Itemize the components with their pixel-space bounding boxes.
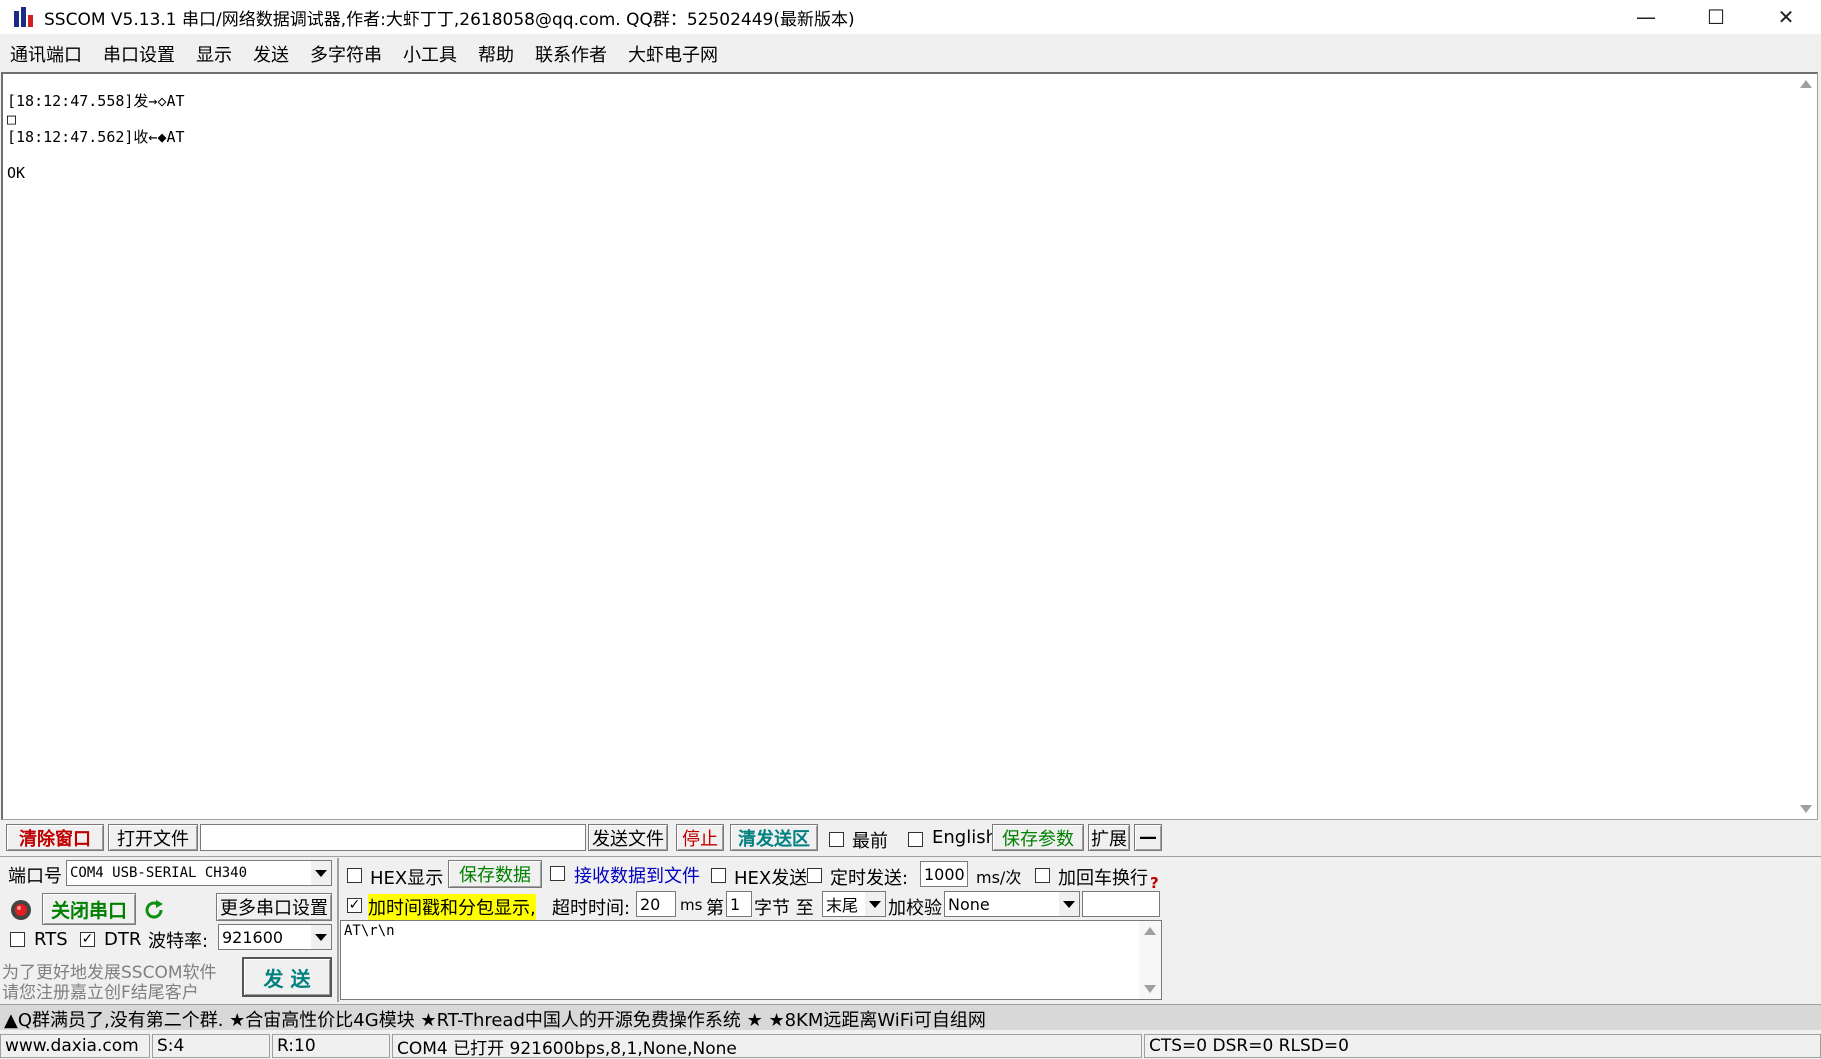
stop-button[interactable]: 停止: [676, 824, 724, 851]
topmost-label: 最前: [852, 831, 888, 852]
collapse-button[interactable]: —: [1134, 824, 1162, 851]
checksum-result-field: [1082, 891, 1160, 917]
status-port-state: COM4 已打开 921600bps,8,1,None,None: [392, 1034, 1142, 1059]
scroll-up-arrow-icon[interactable]: [1800, 80, 1812, 88]
byte-suffix-label: 字节 至: [754, 898, 814, 919]
port-select-value: COM4 USB-SERIAL CH340: [70, 865, 248, 881]
expand-button[interactable]: 扩展: [1088, 824, 1130, 851]
port-label: 端口号: [8, 866, 62, 887]
append-crlf-label: 加回车换行: [1058, 868, 1148, 889]
byte-to-dropdown-arrow-icon[interactable]: [865, 892, 885, 916]
hex-display-label: HEX显示: [370, 868, 444, 889]
save-data-button[interactable]: 保存数据: [448, 860, 542, 888]
english-checkbox[interactable]: [908, 832, 923, 847]
receive-area[interactable]: [18:12:47.558]发→◇AT □ [18:12:47.562]收←◆A…: [1, 72, 1818, 820]
byte-to-select[interactable]: 末尾: [822, 891, 886, 917]
ticker-bar: ▲Q群满员了,没有第二个群. ★合宙高性价比4G模块 ★RT-Thread中国人…: [0, 1004, 1821, 1031]
rts-checkbox[interactable]: [10, 932, 25, 947]
menu-daxia-site[interactable]: 大虾电子网: [628, 41, 718, 67]
interval-input[interactable]: 1000: [920, 861, 968, 887]
baud-label: 波特率:: [148, 931, 209, 952]
clear-send-button[interactable]: 清发送区: [730, 824, 818, 851]
menu-help[interactable]: 帮助: [478, 41, 514, 67]
append-crlf-checkbox[interactable]: [1035, 868, 1050, 883]
menu-comm-port[interactable]: 通讯端口: [10, 41, 82, 67]
receive-scrollbar[interactable]: [1795, 74, 1817, 819]
port-status-indicator-icon: [11, 900, 31, 920]
help-icon[interactable]: ?: [1150, 874, 1159, 892]
window-title: SSCOM V5.13.1 串口/网络数据调试器,作者:大虾丁丁,2618058…: [44, 10, 855, 30]
timeout-label: 超时时间:: [552, 898, 631, 919]
minimize-button[interactable]: —: [1610, 0, 1682, 34]
checksum-label: 加校验: [888, 898, 942, 919]
scroll-down-arrow-icon[interactable]: [1800, 805, 1812, 813]
port-dropdown-arrow-icon[interactable]: [311, 861, 331, 885]
send-textarea[interactable]: AT\r\n: [340, 920, 1162, 1000]
timestamp-checkbox[interactable]: ✓: [347, 898, 362, 913]
dtr-checkbox[interactable]: ✓: [80, 932, 95, 947]
dtr-label: DTR: [104, 929, 142, 950]
send-scroll-up-icon[interactable]: [1144, 927, 1156, 935]
clear-window-button[interactable]: 清除窗口: [6, 824, 104, 851]
send-scrollbar[interactable]: [1139, 921, 1161, 999]
recv-to-file-checkbox[interactable]: [550, 866, 565, 881]
open-file-button[interactable]: 打开文件: [108, 824, 198, 851]
checksum-dropdown-arrow-icon[interactable]: [1059, 892, 1079, 916]
timeout-unit-label: ms: [680, 896, 703, 914]
status-line-signals: CTS=0 DSR=0 RLSD=0: [1144, 1034, 1821, 1058]
timeout-input[interactable]: 20: [636, 891, 676, 917]
send-file-button[interactable]: 发送文件: [588, 824, 668, 851]
timed-send-label: 定时发送:: [830, 868, 909, 889]
menu-display[interactable]: 显示: [196, 41, 232, 67]
menu-multi-string[interactable]: 多字符串: [310, 41, 382, 67]
baud-select-value: 921600: [222, 927, 284, 947]
byte-from-input[interactable]: 1: [726, 891, 752, 917]
menu-tools[interactable]: 小工具: [403, 41, 457, 67]
hex-send-checkbox[interactable]: [711, 868, 726, 883]
menu-contact-author[interactable]: 联系作者: [535, 41, 607, 67]
menu-bar: 通讯端口 串口设置 显示 发送 多字符串 小工具 帮助 联系作者 大虾电子网: [0, 38, 1821, 70]
more-port-settings-button[interactable]: 更多串口设置: [216, 893, 332, 921]
send-scroll-down-icon[interactable]: [1144, 985, 1156, 993]
english-label: English: [932, 827, 997, 848]
title-bar: SSCOM V5.13.1 串口/网络数据调试器,作者:大虾丁丁,2618058…: [0, 0, 1821, 34]
status-received: R:10: [272, 1034, 390, 1058]
section-divider: [0, 856, 1821, 857]
checksum-value: None: [948, 894, 990, 914]
checksum-select[interactable]: None: [944, 891, 1080, 917]
status-sent: S:4: [152, 1034, 270, 1058]
menu-send[interactable]: 发送: [253, 41, 289, 67]
panel-divider: [337, 858, 339, 1002]
send-text: AT\r\n: [344, 923, 395, 939]
save-params-button[interactable]: 保存参数: [992, 824, 1084, 851]
send-button[interactable]: 发 送: [242, 957, 332, 997]
byte-to-value: 末尾: [826, 896, 859, 915]
timed-send-checkbox[interactable]: [807, 868, 822, 883]
baud-dropdown-arrow-icon[interactable]: [311, 925, 331, 949]
close-button[interactable]: ✕: [1750, 0, 1821, 34]
refresh-icon[interactable]: [142, 898, 166, 922]
receive-text: [18:12:47.558]发→◇AT □ [18:12:47.562]收←◆A…: [7, 92, 185, 182]
port-select[interactable]: COM4 USB-SERIAL CH340: [66, 860, 332, 886]
baud-select[interactable]: 921600: [218, 924, 332, 950]
close-port-button[interactable]: 关闭串口: [42, 893, 136, 925]
recv-to-file-label: 接收数据到文件: [574, 866, 700, 887]
app-logo-icon: [14, 7, 33, 27]
menu-serial-settings[interactable]: 串口设置: [103, 41, 175, 67]
timestamp-label: 加时间戳和分包显示,: [368, 894, 536, 920]
byte-prefix-label: 第: [706, 898, 724, 919]
maximize-button[interactable]: ☐: [1680, 0, 1752, 34]
promo-line-2: 请您注册嘉立创F结尾客户: [2, 983, 199, 1003]
file-path-input[interactable]: [200, 824, 586, 851]
status-website[interactable]: www.daxia.com: [0, 1034, 150, 1058]
interval-unit-label: ms/次: [976, 868, 1022, 887]
hex-display-checkbox[interactable]: [347, 868, 362, 883]
ticker-text: ▲Q群满员了,没有第二个群. ★合宙高性价比4G模块 ★RT-Thread中国人…: [4, 1010, 986, 1031]
hex-send-label: HEX发送: [734, 868, 808, 889]
rts-label: RTS: [34, 929, 68, 950]
topmost-checkbox[interactable]: [829, 832, 844, 847]
